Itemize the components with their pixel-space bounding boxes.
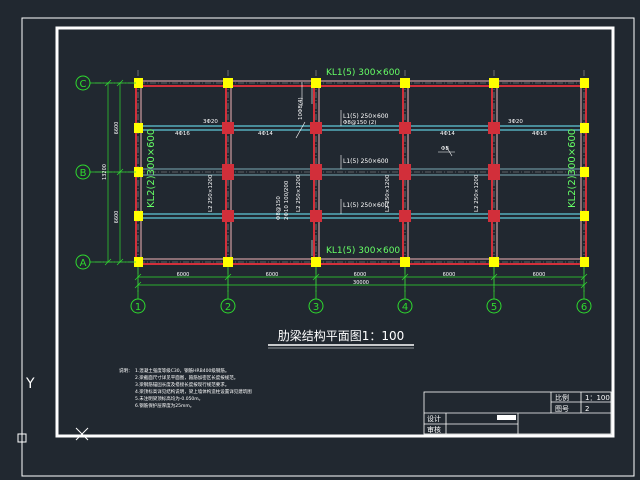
title-block [423,391,612,435]
rebar-label-3: 4Φ14 [258,131,273,137]
beam-label-top: KL1(5) 300×600 [326,68,400,78]
beam-label-bottom: KL1(5) 300×600 [326,246,400,256]
note-5: 5.未注明梁顶标高均为-0.050m。 [135,395,203,402]
rebar-label-1: 3Φ20 [203,119,218,125]
l1-label-a: L1(5) 250×600 [343,113,389,120]
rebar-label-2: 4Φ16 [175,131,190,137]
design-label: 设计 [427,414,441,423]
scale-value: 1：100 [585,394,610,402]
note-2: 2.梁截面尺寸详见平面图，箍筋加密区长度按规范。 [135,374,238,381]
rebar-stirrup: Φ8@150 (2) [343,120,376,126]
span-dim-5: 6000 [533,272,546,278]
drawing-no-label: 图号 [555,405,569,413]
title-block-texts: 比例 1：100 图号 2 设计 审核 [427,393,610,434]
bottom-dimension-texts: 6000 6000 6000 6000 6000 30000 [177,272,546,286]
axis-label-2: 2 [225,302,231,313]
drawing-no-value: 2 [585,405,589,413]
beam-label-right: KL2(2)300×600 [567,129,578,208]
vertical-beams [135,83,587,262]
rebar-mid-b: Φ8@150 [276,196,282,220]
axis-label-1: 1 [135,302,141,313]
l1-label-b: L1(5) 250×600 [343,158,389,165]
review-label: 审核 [427,425,441,434]
designer-signature-block [497,415,516,420]
columns [134,78,589,267]
scale-label: 比例 [555,393,569,402]
axis-label-4: 4 [402,302,408,313]
span-dim-4: 6000 [443,272,456,278]
span-dim-2: 6000 [266,272,279,278]
note-6: 6.钢筋保护层厚度为25mm。 [135,402,194,409]
main-beams-kl1 [136,80,586,265]
left-dim-2: 6600 [114,211,120,224]
axis-bubble-a: A [75,254,91,270]
left-dim-total: 13200 [102,164,108,180]
l1-labels: L1(5) 250×600 L1(5) 250×600 L1(5) 250×60… [343,113,389,209]
rebar-label-6: 4Φ16 [532,131,547,137]
rebar-mid-a: 2Φ10 100/200 [284,180,290,220]
axis-label-3: 3 [313,302,319,313]
axis-label-5: 5 [491,302,497,313]
axis-label-6: 6 [581,302,587,313]
axis-bubble-b: B [75,164,91,180]
rebar-label-4: 4Φ14 [440,131,455,137]
left-dimension-texts: 6600 6600 13200 [102,122,120,224]
span-dim-3: 6000 [354,272,367,278]
total-dim: 30000 [353,280,369,286]
l2-label-c: L2 250×1200 [385,174,391,212]
note-4: 4.梁顶标高详见结构说明，梁上墙体构造柱设置详见建筑图 [135,388,252,395]
l2-label-b: L2 250×1200 [296,174,302,212]
structural-plan-drawing: C B A 1 2 3 4 5 6 6000 6000 6000 6000 60… [17,17,635,477]
beam-label-left: KL2(2)300×600 [146,129,157,208]
notes-heading: 说明： [119,367,133,374]
note-3: 3.梁钢筋锚固长度及搭接长度按现行规范要求。 [135,381,229,388]
rebar-label-5: 3Φ20 [508,119,523,125]
ucs-y-label: Y [25,376,35,392]
l1-label-c: L1(5) 250×600 [343,202,389,209]
axis-label-c: C [80,79,87,90]
axis-label-a: A [80,258,87,269]
span-dim-1: 6000 [177,272,190,278]
axis-label-b: B [80,168,87,179]
notes: 说明： 1.混凝土强度等级C30，钢筋HRB400级钢筋。 2.梁截面尺寸详见平… [119,367,252,409]
left-dim-1: 6600 [114,122,120,135]
drawing-frame [55,26,615,438]
note-1: 1.混凝土强度等级C30，钢筋HRB400级钢筋。 [135,367,229,374]
drawing-title: 肋梁结构平面图1：100 [278,328,405,343]
l2-label-d: L2 250×1200 [474,174,480,212]
axis-bubble-c: C [75,75,91,91]
l2-label-a: L2 250×1200 [208,174,214,212]
rebar-top-small: 10Φ8(4) [298,97,304,120]
